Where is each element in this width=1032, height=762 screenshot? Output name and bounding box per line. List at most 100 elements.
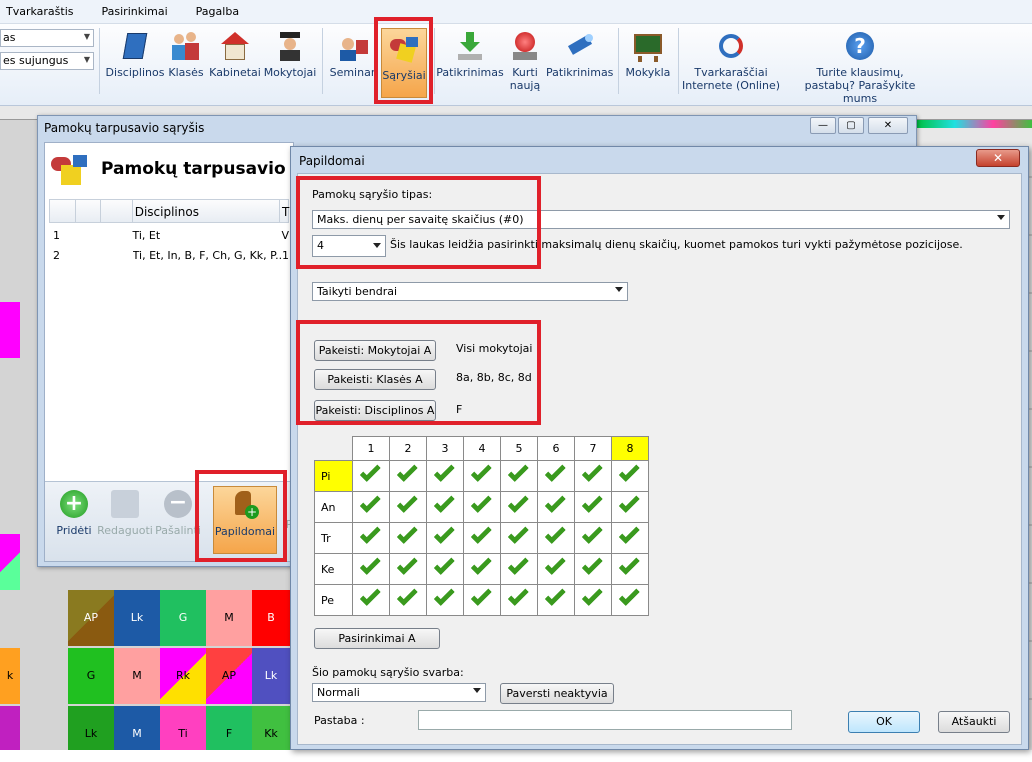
patikrinimas-button[interactable]: Patikrinimas: [436, 26, 504, 100]
grid-cell[interactable]: [352, 584, 390, 616]
mokytojai-button[interactable]: Mokytojai: [262, 26, 318, 100]
dialog-close-button[interactable]: ✕: [976, 149, 1020, 167]
check-icon: [507, 522, 529, 544]
grid-cell[interactable]: [537, 460, 575, 492]
deactivate-button[interactable]: Paversti neaktyvia: [500, 683, 614, 704]
mokykla-button[interactable]: Mokykla: [622, 26, 674, 100]
grid-cell[interactable]: [500, 460, 538, 492]
grid-cell[interactable]: [389, 584, 427, 616]
table-row[interactable]: 1 Ti, Et V: [49, 225, 289, 245]
check-icon: [507, 460, 529, 482]
ok-button[interactable]: OK: [848, 711, 920, 733]
grid-cell[interactable]: [352, 553, 390, 585]
grid-cell[interactable]: [426, 460, 464, 492]
grid-cell[interactable]: [426, 491, 464, 523]
check-icon: [396, 522, 418, 544]
day-header[interactable]: An: [314, 491, 353, 523]
grid-cell[interactable]: [463, 460, 501, 492]
ribbon-combo-2[interactable]: es sujungus ▼: [0, 52, 94, 70]
grid-cell[interactable]: [389, 491, 427, 523]
period-header[interactable]: 7: [574, 436, 612, 461]
period-header[interactable]: 8: [611, 436, 649, 461]
grid-cell[interactable]: [611, 491, 649, 523]
grid-cell[interactable]: [389, 460, 427, 492]
options-button[interactable]: Pasirinkimai A: [314, 628, 440, 649]
online-schedules-button[interactable]: Tvarkaraščiai Internete (Online): [682, 26, 780, 100]
day-header[interactable]: Pe: [314, 584, 353, 616]
grid-cell[interactable]: [352, 491, 390, 523]
maximize-button[interactable]: ▢: [838, 117, 864, 134]
grid-cell[interactable]: [611, 522, 649, 554]
menu-pasirinkimai[interactable]: Pasirinkimai: [96, 5, 190, 18]
grid-cell[interactable]: [463, 584, 501, 616]
grid-cell[interactable]: [352, 460, 390, 492]
period-header[interactable]: 1: [352, 436, 390, 461]
day-header[interactable]: Ke: [314, 553, 353, 585]
grid-cell[interactable]: [426, 584, 464, 616]
check-icon: [470, 584, 492, 606]
check-icon: [470, 522, 492, 544]
check-icon: [433, 460, 455, 482]
grid-cell[interactable]: [611, 460, 649, 492]
seminarai-button[interactable]: Seminari: [328, 26, 380, 100]
day-header[interactable]: Pi: [314, 460, 353, 492]
grid-cell[interactable]: [500, 522, 538, 554]
patikrinimas2-button[interactable]: Patikrinimas: [546, 26, 613, 100]
grid-cell[interactable]: [574, 553, 612, 585]
check-icon: [433, 553, 455, 575]
grid-cell[interactable]: [537, 553, 575, 585]
col-disciplinos[interactable]: Disciplinos: [133, 200, 281, 222]
apply-scope-select[interactable]: Taikyti bendrai: [312, 282, 628, 301]
period-header[interactable]: 3: [426, 436, 464, 461]
grid-cell[interactable]: [611, 553, 649, 585]
edit-button[interactable]: Redaguoti: [97, 490, 153, 537]
grid-cell[interactable]: [426, 553, 464, 585]
grid-cell[interactable]: [352, 522, 390, 554]
disciplinos-button[interactable]: Disciplinos: [104, 26, 166, 100]
grid-cell[interactable]: [574, 460, 612, 492]
grid-cell[interactable]: [463, 553, 501, 585]
table-row[interactable]: 2 Ti, Et, In, B, F, Ch, G, Kk, P... 1: [49, 245, 289, 265]
klases-button[interactable]: Klasės: [166, 26, 206, 100]
feedback-button[interactable]: ? Turite klausimų, pastabų? Parašykite mu…: [800, 26, 920, 105]
note-input[interactable]: [418, 710, 792, 730]
menu-pagalba[interactable]: Pagalba: [190, 5, 261, 18]
ribbon-combo-1[interactable]: as ▼: [0, 29, 94, 47]
help-icon: ?: [844, 30, 876, 62]
period-header[interactable]: 5: [500, 436, 538, 461]
period-header[interactable]: 2: [389, 436, 427, 461]
grid-cell[interactable]: [537, 522, 575, 554]
grid-cell[interactable]: [574, 584, 612, 616]
check-icon: [544, 553, 566, 575]
close-button[interactable]: ✕: [868, 117, 908, 134]
day-header[interactable]: Tr: [314, 522, 353, 554]
grid-cell[interactable]: [463, 491, 501, 523]
grid-cell[interactable]: [463, 522, 501, 554]
col-t[interactable]: T: [280, 200, 289, 222]
check-icon: [396, 553, 418, 575]
weight-select[interactable]: Normali: [312, 683, 486, 702]
grid-cell[interactable]: [574, 491, 612, 523]
check-icon: [544, 522, 566, 544]
cancel-button[interactable]: Atšaukti: [938, 711, 1010, 733]
grid-cell[interactable]: [537, 584, 575, 616]
grid-cell[interactable]: [500, 491, 538, 523]
menu-tvarkarastis[interactable]: Tvarkaraštis: [0, 5, 96, 18]
kabinetai-button[interactable]: Kabinetai: [208, 26, 262, 100]
grid-cell[interactable]: [389, 553, 427, 585]
grid-cell[interactable]: [500, 584, 538, 616]
seminar-icon: [338, 30, 370, 62]
shapes-icon: [51, 151, 91, 187]
grid-cell[interactable]: [389, 522, 427, 554]
period-header[interactable]: 6: [537, 436, 575, 461]
grid-cell[interactable]: [426, 522, 464, 554]
period-header[interactable]: 4: [463, 436, 501, 461]
grid-cell[interactable]: [500, 553, 538, 585]
add-button[interactable]: + Pridėti: [51, 490, 97, 537]
check-icon: [618, 553, 640, 575]
grid-cell[interactable]: [574, 522, 612, 554]
kurti-nauja-button[interactable]: Kurti naują: [505, 26, 545, 100]
grid-cell[interactable]: [611, 584, 649, 616]
minimize-button[interactable]: —: [810, 117, 836, 134]
grid-cell[interactable]: [537, 491, 575, 523]
